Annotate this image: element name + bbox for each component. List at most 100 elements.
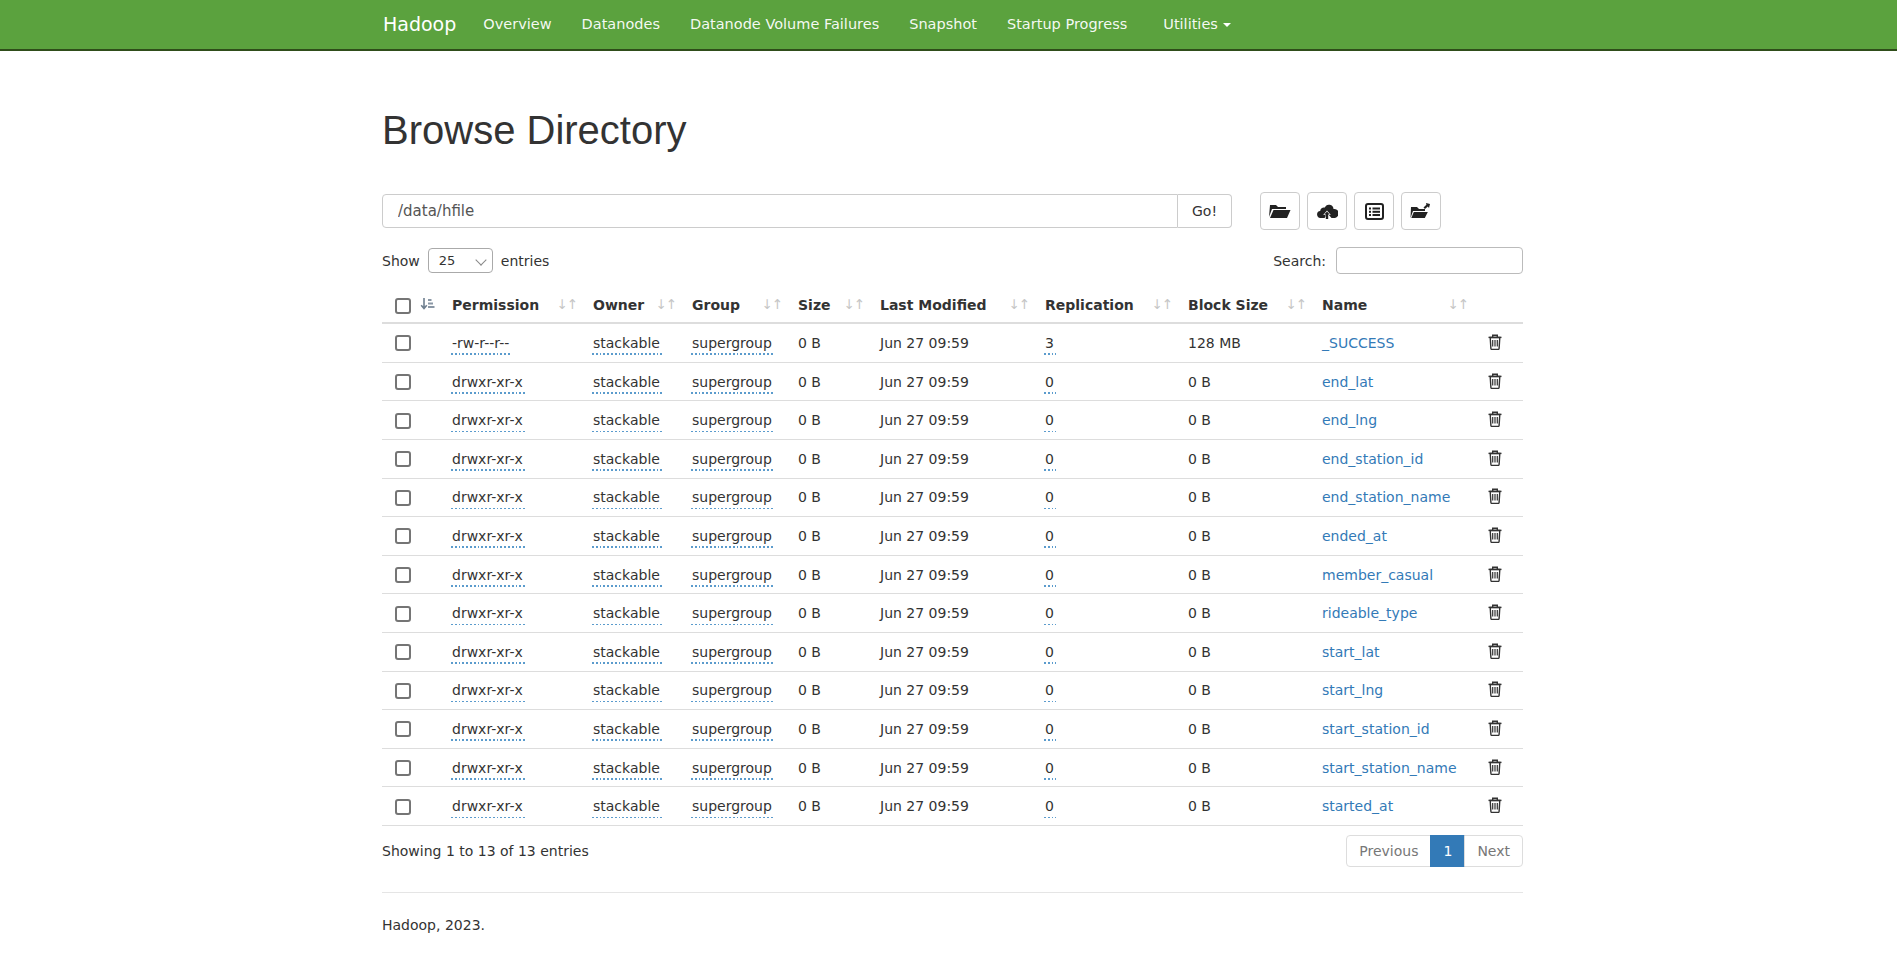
delete-button[interactable] — [1488, 565, 1502, 585]
nav-item-utilities[interactable]: Utilities — [1148, 0, 1246, 49]
search-input[interactable] — [1336, 247, 1523, 274]
permission-cell[interactable]: drwxr-xr-x — [452, 721, 523, 737]
owner-cell[interactable]: stackable — [593, 489, 660, 505]
pagination-previous[interactable]: Previous — [1346, 835, 1431, 867]
nav-item-startup-progress[interactable]: Startup Progress — [992, 0, 1142, 49]
delete-button[interactable] — [1488, 526, 1502, 546]
column-header-owner[interactable]: Owner↓↑ — [585, 288, 684, 323]
group-cell[interactable]: supergroup — [692, 798, 772, 814]
delete-button[interactable] — [1488, 410, 1502, 430]
owner-cell[interactable]: stackable — [593, 528, 660, 544]
replication-cell[interactable]: 0 — [1045, 528, 1054, 544]
row-checkbox[interactable] — [395, 799, 411, 815]
file-name-link[interactable]: end_station_name — [1322, 489, 1450, 505]
replication-cell[interactable]: 0 — [1045, 798, 1054, 814]
replication-cell[interactable]: 0 — [1045, 760, 1054, 776]
replication-cell[interactable]: 0 — [1045, 489, 1054, 505]
owner-cell[interactable]: stackable — [593, 644, 660, 660]
list-button[interactable] — [1354, 192, 1394, 230]
select-all-checkbox[interactable] — [395, 298, 411, 314]
replication-cell[interactable]: 0 — [1045, 682, 1054, 698]
file-name-link[interactable]: end_station_id — [1322, 451, 1423, 467]
row-checkbox[interactable] — [395, 528, 411, 544]
group-cell[interactable]: supergroup — [692, 489, 772, 505]
column-header-group[interactable]: Group↓↑ — [684, 288, 790, 323]
replication-cell[interactable]: 0 — [1045, 412, 1054, 428]
brand[interactable]: Hadoop — [363, 0, 468, 49]
owner-cell[interactable]: stackable — [593, 682, 660, 698]
file-name-link[interactable]: started_at — [1322, 798, 1393, 814]
upload-file-button[interactable] — [1307, 192, 1347, 230]
owner-cell[interactable]: stackable — [593, 721, 660, 737]
file-name-link[interactable]: start_station_id — [1322, 721, 1430, 737]
file-name-link[interactable]: _SUCCESS — [1322, 335, 1394, 351]
delete-button[interactable] — [1488, 719, 1502, 739]
move-button[interactable] — [1401, 192, 1441, 230]
column-header-last-modified[interactable]: Last Modified↓↑ — [872, 288, 1037, 323]
group-cell[interactable]: supergroup — [692, 528, 772, 544]
row-checkbox[interactable] — [395, 335, 411, 351]
delete-button[interactable] — [1488, 449, 1502, 469]
row-checkbox[interactable] — [395, 760, 411, 776]
delete-button[interactable] — [1488, 680, 1502, 700]
pagination-page-1[interactable]: 1 — [1430, 835, 1465, 867]
group-cell[interactable]: supergroup — [692, 567, 772, 583]
column-header-name[interactable]: Name↓↑ — [1314, 288, 1476, 323]
owner-cell[interactable]: stackable — [593, 798, 660, 814]
owner-cell[interactable]: stackable — [593, 567, 660, 583]
file-name-link[interactable]: ended_at — [1322, 528, 1387, 544]
replication-cell[interactable]: 0 — [1045, 605, 1054, 621]
delete-button[interactable] — [1488, 603, 1502, 623]
column-header-size[interactable]: Size↓↑ — [790, 288, 872, 323]
permission-cell[interactable]: drwxr-xr-x — [452, 374, 523, 390]
nav-item-snapshot[interactable]: Snapshot — [894, 0, 992, 49]
group-cell[interactable]: supergroup — [692, 374, 772, 390]
row-checkbox[interactable] — [395, 644, 411, 660]
pagination-next[interactable]: Next — [1464, 835, 1523, 867]
delete-button[interactable] — [1488, 333, 1502, 353]
permission-cell[interactable]: -rw-r--r-- — [452, 335, 509, 351]
permission-cell[interactable]: drwxr-xr-x — [452, 567, 523, 583]
file-name-link[interactable]: start_lat — [1322, 644, 1380, 660]
permission-cell[interactable]: drwxr-xr-x — [452, 412, 523, 428]
delete-button[interactable] — [1488, 796, 1502, 816]
row-checkbox[interactable] — [395, 721, 411, 737]
directory-path-input[interactable] — [382, 194, 1178, 228]
group-cell[interactable]: supergroup — [692, 682, 772, 698]
permission-cell[interactable]: drwxr-xr-x — [452, 528, 523, 544]
group-cell[interactable]: supergroup — [692, 721, 772, 737]
group-cell[interactable]: supergroup — [692, 605, 772, 621]
group-cell[interactable]: supergroup — [692, 760, 772, 776]
go-button[interactable]: Go! — [1178, 194, 1232, 228]
row-checkbox[interactable] — [395, 683, 411, 699]
owner-cell[interactable]: stackable — [593, 412, 660, 428]
row-checkbox[interactable] — [395, 606, 411, 622]
nav-item-datanode-volume-failures[interactable]: Datanode Volume Failures — [675, 0, 894, 49]
column-header-replication[interactable]: Replication↓↑ — [1037, 288, 1180, 323]
column-header-block-size[interactable]: Block Size↓↑ — [1180, 288, 1314, 323]
file-name-link[interactable]: member_casual — [1322, 567, 1433, 583]
row-checkbox[interactable] — [395, 413, 411, 429]
owner-cell[interactable]: stackable — [593, 760, 660, 776]
delete-button[interactable] — [1488, 642, 1502, 662]
permission-cell[interactable]: drwxr-xr-x — [452, 682, 523, 698]
replication-cell[interactable]: 3 — [1045, 335, 1054, 351]
row-checkbox[interactable] — [395, 567, 411, 583]
owner-cell[interactable]: stackable — [593, 374, 660, 390]
replication-cell[interactable]: 0 — [1045, 721, 1054, 737]
file-name-link[interactable]: rideable_type — [1322, 605, 1417, 621]
file-name-link[interactable]: end_lng — [1322, 412, 1377, 428]
group-cell[interactable]: supergroup — [692, 412, 772, 428]
permission-cell[interactable]: drwxr-xr-x — [452, 451, 523, 467]
permission-cell[interactable]: drwxr-xr-x — [452, 760, 523, 776]
nav-item-datanodes[interactable]: Datanodes — [567, 0, 675, 49]
permission-cell[interactable]: drwxr-xr-x — [452, 605, 523, 621]
row-checkbox[interactable] — [395, 374, 411, 390]
delete-button[interactable] — [1488, 372, 1502, 392]
sorted-column-header[interactable] — [416, 288, 444, 323]
page-size-select[interactable]: 25 — [428, 248, 493, 273]
create-directory-button[interactable] — [1260, 192, 1300, 230]
replication-cell[interactable]: 0 — [1045, 567, 1054, 583]
file-name-link[interactable]: end_lat — [1322, 374, 1373, 390]
file-name-link[interactable]: start_station_name — [1322, 760, 1457, 776]
